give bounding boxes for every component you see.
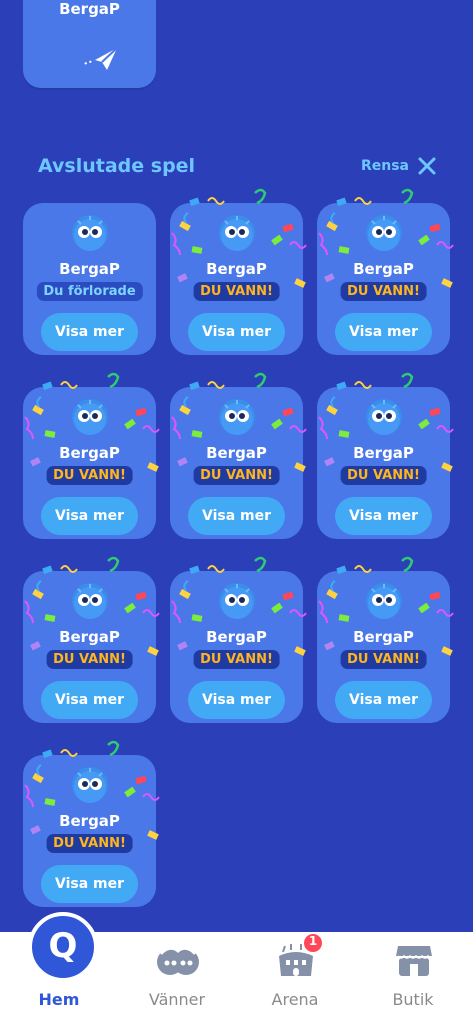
show-more-button[interactable]: Visa mer — [188, 681, 285, 719]
section-title: Avslutade spel — [38, 155, 196, 177]
show-more-button[interactable]: Visa mer — [41, 681, 138, 719]
opponent-name: BergaP — [59, 628, 120, 646]
game-card: BergaP DU VANN! Visa mer — [317, 556, 454, 723]
nav-label-arena: Arena — [271, 990, 319, 1009]
avatar — [72, 583, 108, 619]
game-card: BergaP DU VANN! Visa mer — [170, 188, 307, 355]
game-card: BergaP DU VANN! Visa mer — [23, 372, 160, 539]
nav-item-arena[interactable]: Arena — [236, 932, 354, 1024]
show-more-button[interactable]: Visa mer — [335, 313, 432, 351]
result-badge: DU VANN! — [340, 466, 427, 485]
opponent-name: BergaP — [206, 628, 267, 646]
paper-plane-icon — [84, 47, 118, 70]
show-more-button[interactable]: Visa mer — [41, 497, 138, 535]
avatar — [366, 215, 402, 251]
active-game-card[interactable]: BergaP — [23, 0, 156, 88]
nav-item-friends[interactable]: Vänner — [118, 932, 236, 1024]
clear-label: Rensa — [360, 158, 409, 174]
close-icon — [418, 157, 436, 175]
show-more-button[interactable]: Visa mer — [335, 497, 432, 535]
result-badge: DU VANN! — [46, 466, 133, 485]
show-more-button[interactable]: Visa mer — [335, 681, 432, 719]
opponent-name: BergaP — [59, 0, 120, 18]
avatar — [72, 215, 108, 251]
opponent-name: BergaP — [59, 260, 120, 278]
bottom-navigation: Q Hem Vänner Arena Butik — [0, 912, 473, 1024]
result-badge: DU VANN! — [193, 282, 280, 301]
opponent-name: BergaP — [59, 812, 120, 830]
result-badge: DU VANN! — [193, 466, 280, 485]
nav-item-shop[interactable]: Butik — [354, 932, 472, 1024]
opponent-name: BergaP — [353, 444, 414, 462]
clear-button[interactable]: Rensa — [361, 156, 437, 176]
nav-label-home: Hem — [38, 990, 80, 1009]
nav-label-friends: Vänner — [148, 990, 206, 1009]
avatar — [366, 583, 402, 619]
result-badge: DU VANN! — [193, 650, 280, 669]
show-more-button[interactable]: Visa mer — [188, 313, 285, 351]
result-badge: DU VANN! — [340, 282, 427, 301]
game-card: BergaP DU VANN! Visa mer — [23, 556, 160, 723]
q-logo-icon: Q — [28, 912, 98, 982]
show-more-button[interactable]: Visa mer — [41, 865, 138, 903]
avatar — [219, 215, 255, 251]
result-badge: DU VANN! — [340, 650, 427, 669]
result-badge: Du förlorade — [36, 282, 143, 301]
game-card: BergaP DU VANN! Visa mer — [23, 740, 160, 907]
avatar — [72, 399, 108, 435]
game-card: BergaP Du förlorade Visa mer — [23, 203, 156, 355]
nav-label-shop: Butik — [392, 990, 434, 1009]
opponent-name: BergaP — [206, 260, 267, 278]
game-card: BergaP DU VANN! Visa mer — [170, 372, 307, 539]
result-badge: DU VANN! — [46, 834, 133, 853]
opponent-name: BergaP — [59, 444, 120, 462]
opponent-name: BergaP — [353, 260, 414, 278]
avatar — [219, 583, 255, 619]
avatar — [366, 399, 402, 435]
nav-item-home[interactable]: Q Hem — [0, 912, 118, 1024]
result-badge: DU VANN! — [46, 650, 133, 669]
opponent-name: BergaP — [206, 444, 267, 462]
game-card: BergaP DU VANN! Visa mer — [170, 556, 307, 723]
opponent-name: BergaP — [353, 628, 414, 646]
friends-icon — [157, 947, 199, 975]
show-more-button[interactable]: Visa mer — [188, 497, 285, 535]
arena-notification-badge: 1 — [302, 932, 324, 958]
game-card: BergaP DU VANN! Visa mer — [317, 188, 454, 355]
avatar — [219, 399, 255, 435]
show-more-button[interactable]: Visa mer — [41, 313, 138, 351]
avatar — [72, 767, 108, 803]
game-card: BergaP DU VANN! Visa mer — [317, 372, 454, 539]
shop-icon — [396, 946, 433, 976]
